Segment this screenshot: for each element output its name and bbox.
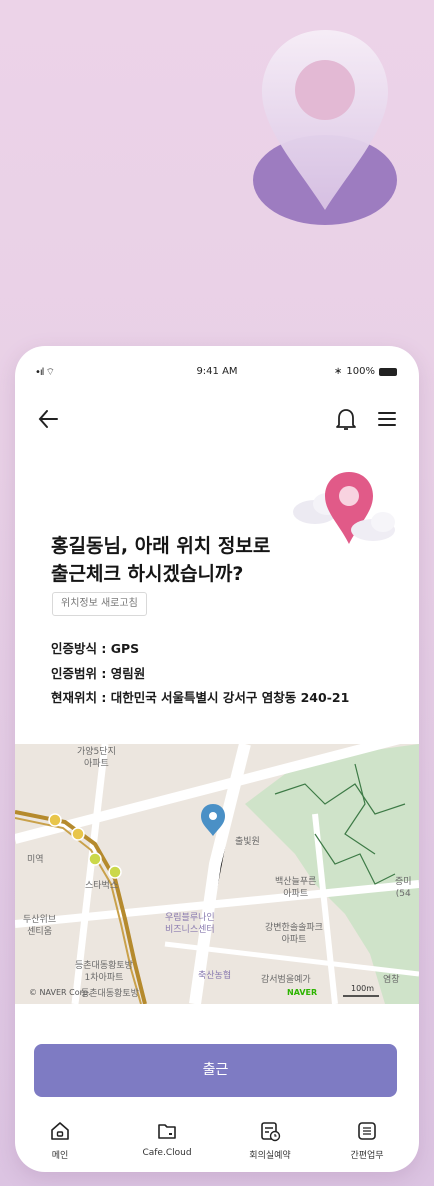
tab-label: 메인 [51, 1151, 69, 1161]
map-label: 염창 [383, 975, 400, 985]
tab-label: Cafe.Cloud [142, 1148, 192, 1158]
battery-label: 100% [346, 366, 375, 377]
check-in-button[interactable]: 출근 [34, 1044, 397, 1097]
map-label: 출빛원 [235, 837, 260, 847]
map-label: 우림블루나인 비즈니스센터 [165, 913, 215, 935]
naver-logo: NAVER [287, 988, 318, 997]
cloud-folder-icon [158, 1124, 176, 1139]
map-view[interactable]: 가양5단지 아파트 출빛원 백산늘푸른 아파트 미역 스타벅스 두산위브 센티움… [15, 744, 419, 1004]
bottom-tab-bar: 메인 Cafe.Cloud 회의실예약 간편업무 [15, 1110, 419, 1172]
page-title: 홍길동님, 아래 위치 정보로 출근체크 하시겠습니까? [51, 535, 271, 585]
battery-indicator: ∗ 100% [334, 366, 397, 377]
status-bar: •ıl ⌔ 9:41 AM ∗ 100% [15, 346, 419, 386]
phone-screen: •ıl ⌔ 9:41 AM ∗ 100% 홍길동님, 아래 위치 정보로 출근체… [15, 346, 419, 1172]
tab-easy-work[interactable]: 간편업무 [322, 1120, 412, 1161]
map-label: 두산위브 센티움 [23, 915, 57, 937]
tab-cafe-cloud[interactable]: Cafe.Cloud [122, 1120, 212, 1158]
bluetooth-icon: ∗ [334, 366, 343, 377]
map-label: 강변한솔솔파크 아파트 [265, 923, 323, 945]
tab-main[interactable]: 메인 [15, 1120, 105, 1161]
tab-meeting-room[interactable]: 회의실예약 [225, 1120, 315, 1161]
map-label: 미역 [27, 855, 44, 865]
map-label: 축산농협 [198, 971, 232, 981]
map-label: 가양5단지 아파트 [77, 747, 116, 769]
list-icon [358, 1122, 376, 1140]
back-arrow-icon[interactable] [35, 405, 63, 433]
auth-method: 인증방식 : GPS [51, 641, 140, 656]
tab-label: 회의실예약 [249, 1151, 291, 1161]
home-icon [51, 1122, 69, 1140]
battery-icon [379, 367, 397, 376]
map-label: 백산늘푸른 아파트 [275, 877, 317, 899]
map-label: 감서범을예가 [261, 975, 311, 985]
calendar-clock-icon [261, 1122, 281, 1142]
bell-icon[interactable] [333, 405, 359, 433]
top-nav [15, 401, 419, 441]
auth-range: 인증범위 : 영림원 [51, 666, 146, 681]
map-copyright: © NAVER Corp. [29, 988, 91, 997]
tab-label: 간편업무 [350, 1151, 384, 1161]
map-label: 스타벅스 [85, 881, 119, 891]
location-pin-decoration [253, 30, 397, 225]
map-scale: 100m [351, 984, 375, 993]
refresh-location-button[interactable]: 위치정보 새로고침 [52, 592, 147, 616]
hamburger-menu-icon[interactable] [375, 407, 399, 431]
current-location: 현재위치 : 대한민국 서울특별시 강서구 염창동 240-21 [51, 690, 350, 705]
map-label: 등촌대동황토방 1차아파트 [75, 961, 133, 983]
map-label: 증미 (54 [395, 877, 412, 899]
